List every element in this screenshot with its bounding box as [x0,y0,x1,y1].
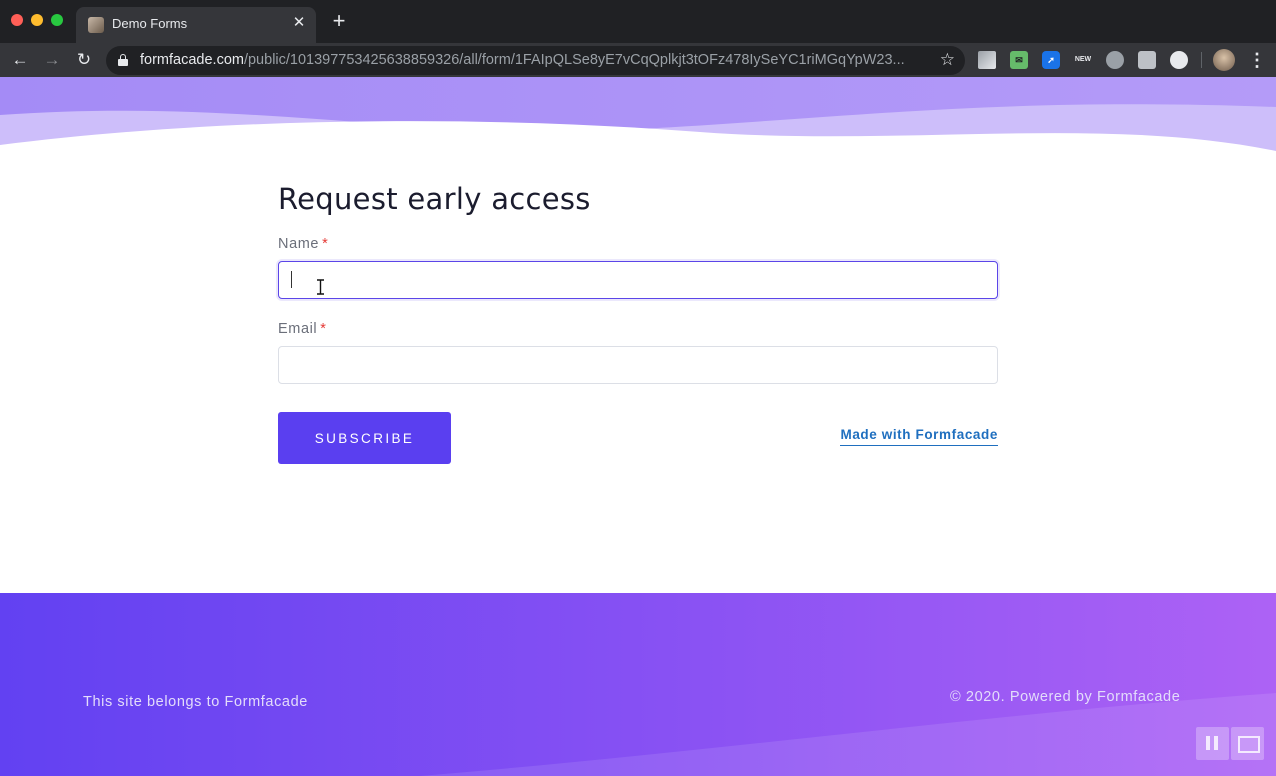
forward-icon[interactable]: → [40,48,64,72]
q-extension-icon[interactable] [1138,51,1156,69]
text-cursor-icon [317,279,324,295]
circle-extension-icon[interactable] [1170,51,1188,69]
minimize-window-button[interactable] [31,14,43,26]
back-icon[interactable]: ← [8,48,32,72]
lock-icon[interactable] [118,54,128,66]
drive-extension-icon[interactable] [978,51,996,69]
url-text[interactable]: formfacade.com/public/101397753425638859… [140,52,905,68]
picture-in-picture-icon[interactable] [1231,727,1264,760]
browser-tab[interactable]: Demo Forms ✕ [76,7,316,43]
subscribe-button[interactable]: SUBSCRIBE [278,412,451,464]
reload-icon[interactable]: ↻ [72,48,96,72]
url-host: formfacade.com [140,52,244,68]
pause-icon[interactable] [1196,727,1229,760]
email-input[interactable] [278,346,998,384]
tab-title: Demo Forms [112,16,188,31]
plus-icon[interactable]: + [328,10,350,32]
site-footer: This site belongs to Formfacade © 2020. … [0,593,1276,776]
star-icon[interactable]: ☆ [940,50,955,70]
email-label-text: Email [278,321,318,337]
page-title: Request early access [278,182,591,216]
name-label: Name * [278,236,998,252]
header-wave-banner [0,77,1276,157]
text-caret [291,271,292,288]
web-page: Request early access Name * Email * SUBSCR… [0,77,1276,776]
address-bar[interactable]: formfacade.com/public/101397753425638859… [106,46,965,75]
name-label-text: Name [278,236,320,252]
menu-dots-icon[interactable]: ⋮ [1248,48,1266,72]
new-extension-icon[interactable]: NEW [1074,51,1092,69]
close-window-button[interactable] [11,14,23,26]
name-input[interactable] [278,261,998,299]
footer-wave-decoration [420,693,1276,776]
mail-extension-icon[interactable]: ✉ [1010,51,1028,69]
browser-toolbar: ← → ↻ formfacade.com/public/101397753425… [0,43,1276,77]
avatar[interactable] [1213,49,1235,71]
browser-titlebar: Demo Forms ✕ + [0,0,1276,43]
form-container: Request early access Name * Email * SUBSCR… [278,182,998,464]
compass-extension-icon[interactable]: ➚ [1042,51,1060,69]
close-icon[interactable]: ✕ [290,14,308,32]
required-marker: * [322,236,329,252]
u-extension-icon[interactable] [1106,51,1124,69]
toolbar-divider [1201,52,1202,68]
footer-copyright-text: © 2020. Powered by Formfacade [950,689,1181,705]
zoom-window-button[interactable] [51,14,63,26]
url-path: /public/101397753425638859326/all/form/1… [243,52,905,68]
favicon-icon [88,17,104,33]
footer-ownership-text: This site belongs to Formfacade [83,694,308,710]
email-label: Email * [278,321,998,337]
form-actions: SUBSCRIBE Made with Formfacade [278,412,998,464]
required-marker: * [320,321,327,337]
name-field-wrapper [278,261,998,299]
made-with-formfacade-link[interactable]: Made with Formfacade [840,427,998,446]
